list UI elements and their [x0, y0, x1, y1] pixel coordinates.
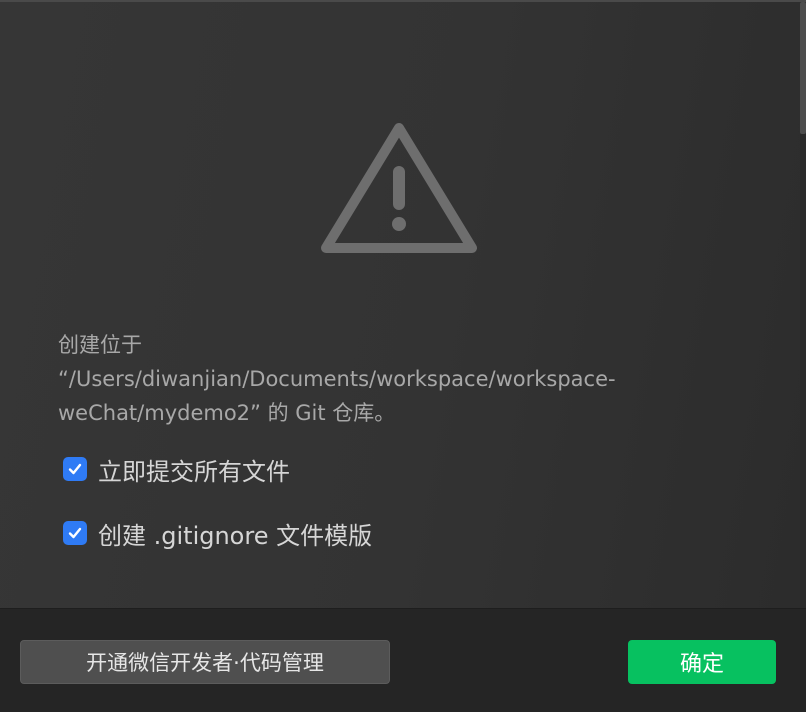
confirm-button[interactable]: 确定	[628, 640, 776, 684]
message-line: 创建位于	[58, 333, 142, 357]
dialog-footer: 开通微信开发者·代码管理 确定	[0, 608, 806, 712]
commit-all-files-checkbox[interactable]	[63, 457, 87, 481]
create-git-repo-dialog: 创建位于 “/Users/diwanjian/Documents/workspa…	[0, 0, 806, 712]
commit-all-files-label[interactable]: 立即提交所有文件	[98, 452, 290, 487]
commit-all-files-option[interactable]: 立即提交所有文件	[63, 452, 290, 486]
create-gitignore-checkbox[interactable]	[63, 521, 87, 545]
open-code-management-button[interactable]: 开通微信开发者·代码管理	[20, 640, 390, 684]
create-gitignore-option[interactable]: 创建 .gitignore 文件模版	[63, 516, 372, 550]
message-line: “/Users/diwanjian/Documents/workspace/wo…	[58, 367, 616, 391]
confirmation-message: 创建位于 “/Users/diwanjian/Documents/workspa…	[58, 328, 698, 430]
create-gitignore-label[interactable]: 创建 .gitignore 文件模版	[98, 516, 372, 551]
message-line: weChat/mydemo2” 的 Git 仓库。	[58, 401, 396, 425]
vertical-scrollbar[interactable]	[800, 2, 806, 608]
checkmark-icon	[68, 463, 82, 475]
warning-triangle-icon	[321, 123, 477, 253]
scrollbar-thumb[interactable]	[800, 2, 806, 134]
dialog-body: 创建位于 “/Users/diwanjian/Documents/workspa…	[0, 2, 800, 608]
checkmark-icon	[68, 527, 82, 539]
